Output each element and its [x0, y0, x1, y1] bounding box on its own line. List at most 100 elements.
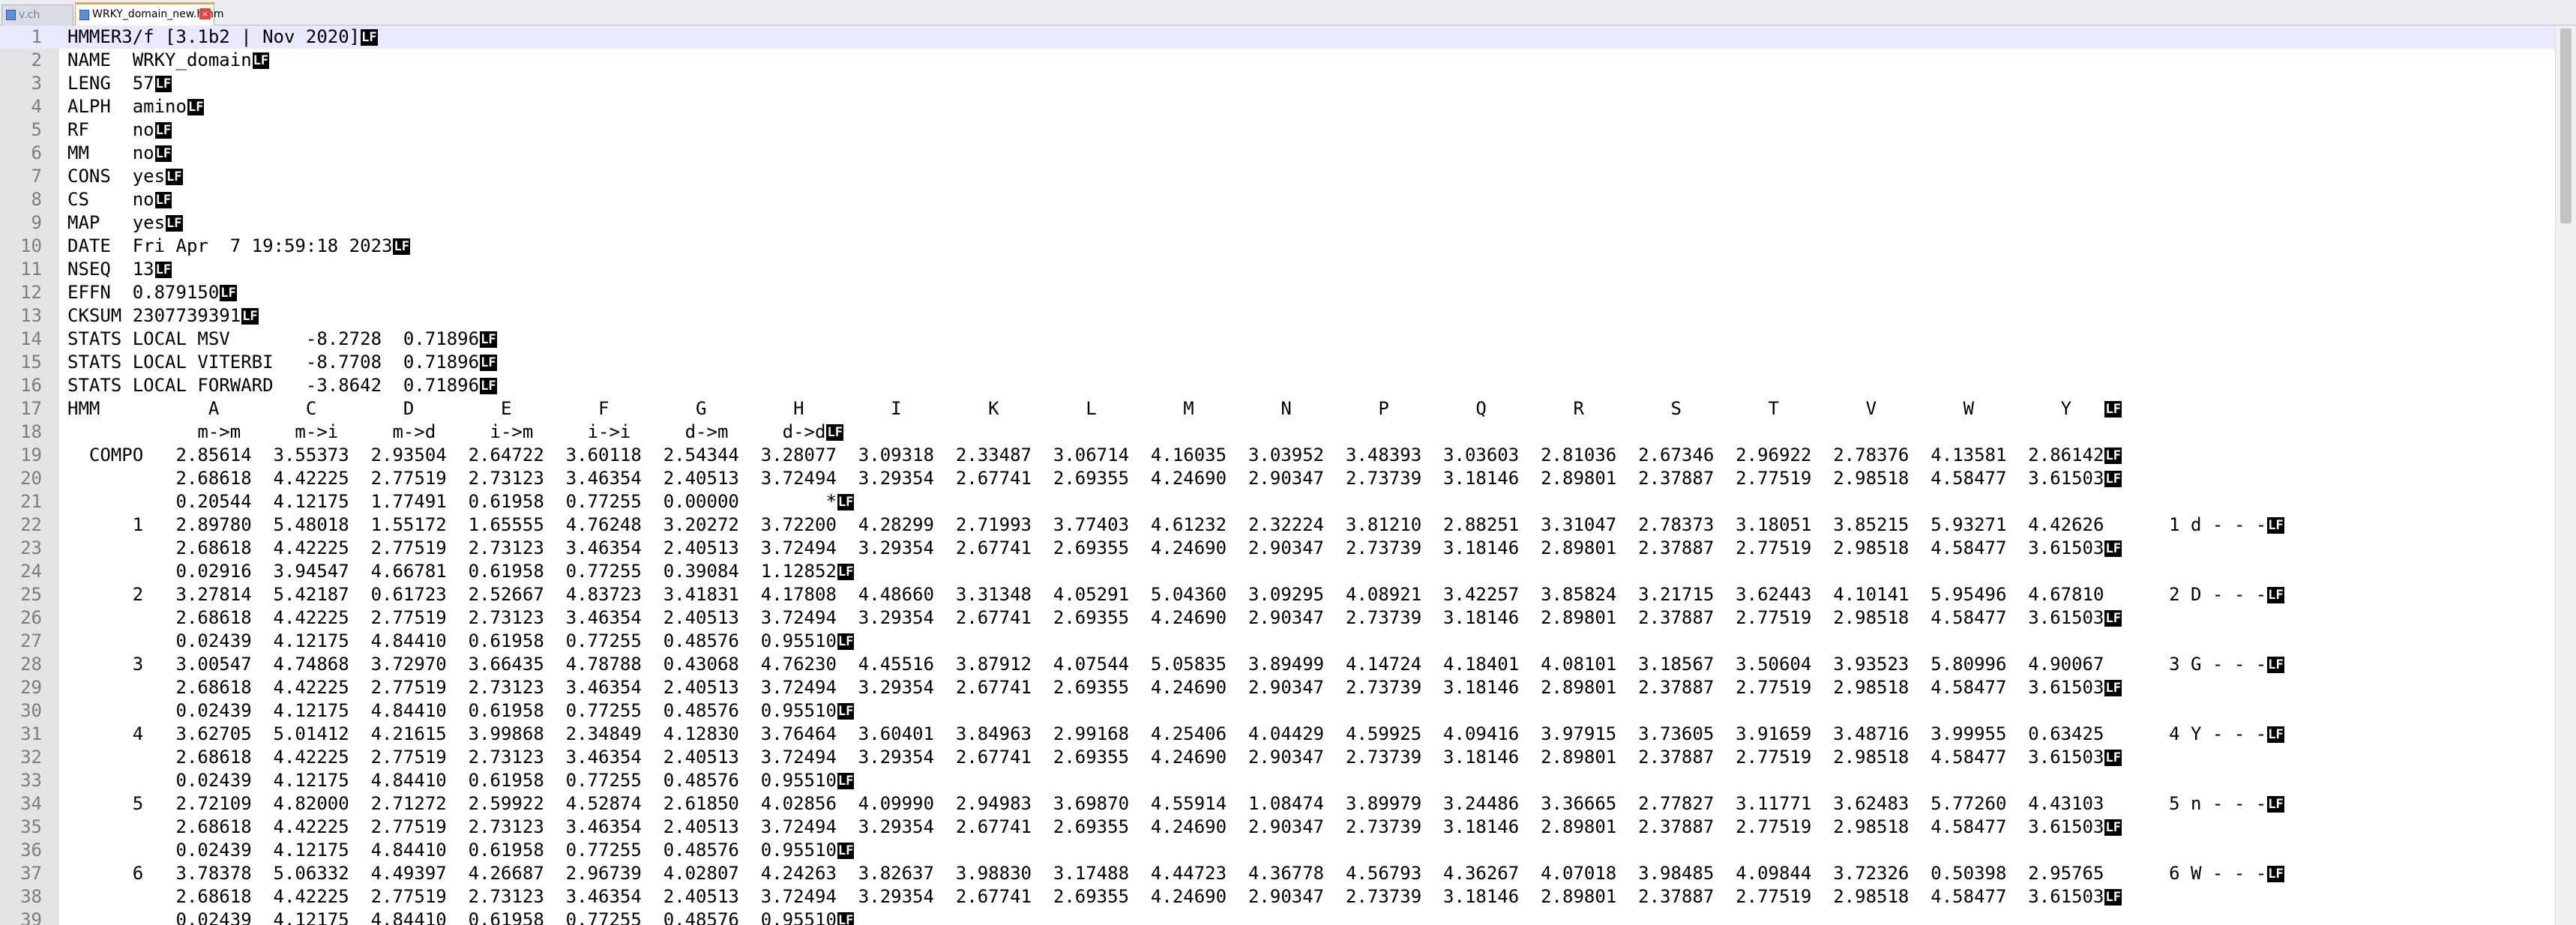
eol-marker: LF — [2104, 819, 2122, 836]
code-line[interactable]: 5 RF no LF — [0, 118, 2564, 142]
line-text: 0.02439 4.12175 4.84410 0.61958 0.77255 … — [67, 630, 855, 653]
code-line[interactable]: 22 1 2.89780 5.48018 1.55172 1.65555 4.7… — [0, 513, 2564, 537]
code-line[interactable]: 16 STATS LOCAL FORWARD -3.8642 0.71896 LF — [0, 374, 2564, 397]
code-line[interactable]: 10 DATE Fri Apr 7 19:59:18 2023 LF — [0, 235, 2564, 258]
line-content: NAME WRKY_domain — [67, 49, 252, 70]
line-content: 1 2.89780 5.48018 1.55172 1.65555 4.7624… — [67, 514, 2267, 535]
line-text: 2.68618 4.42225 2.77519 2.73123 3.46354 … — [67, 537, 2122, 560]
eol-marker: LF — [837, 703, 855, 720]
line-content: 2.68618 4.42225 2.77519 2.73123 3.46354 … — [67, 677, 2104, 698]
eol-marker: LF — [837, 773, 855, 789]
line-text: RF no LF — [67, 118, 172, 142]
code-line[interactable]: 31 4 3.62705 5.01412 4.21615 3.99868 2.3… — [0, 723, 2564, 746]
code-line[interactable]: 15 STATS LOCAL VITERBI -8.7708 0.71896 LF — [0, 351, 2564, 374]
code-line[interactable]: 35 2.68618 4.42225 2.77519 2.73123 3.463… — [0, 816, 2564, 839]
line-number: 24 — [20, 561, 42, 582]
code-line[interactable]: 3 LENG 57 LF — [0, 72, 2564, 95]
line-number: 1 — [31, 26, 42, 47]
line-text: 2.68618 4.42225 2.77519 2.73123 3.46354 … — [67, 606, 2122, 630]
code-line[interactable]: 6 MM no LF — [0, 142, 2564, 165]
file-icon — [79, 10, 89, 20]
code-line[interactable]: 19 COMPO 2.85614 3.55373 2.93504 2.64722… — [0, 444, 2564, 467]
eol-marker: LF — [2104, 540, 2122, 557]
code-line[interactable]: 12 EFFN 0.879150 LF — [0, 281, 2564, 304]
line-text: 2.68618 4.42225 2.77519 2.73123 3.46354 … — [67, 676, 2122, 699]
code-line[interactable]: 18 m->m m->i m->d i->m i->i d->m d->d LF — [0, 421, 2564, 444]
code-line[interactable]: 34 5 2.72109 4.82000 2.71272 2.59922 4.5… — [0, 792, 2564, 816]
code-line[interactable]: 9 MAP yes LF — [0, 211, 2564, 235]
line-text: 2.68618 4.42225 2.77519 2.73123 3.46354 … — [67, 816, 2122, 839]
code-line[interactable]: 26 2.68618 4.42225 2.77519 2.73123 3.463… — [0, 606, 2564, 630]
eol-marker: LF — [2267, 866, 2284, 882]
code-line[interactable]: 14 STATS LOCAL MSV -8.2728 0.71896 LF — [0, 328, 2564, 351]
code-line[interactable]: 7 CONS yes LF — [0, 165, 2564, 188]
line-content: CONS yes — [67, 166, 166, 187]
code-line[interactable]: 21 0.20544 4.12175 1.77491 0.61958 0.772… — [0, 490, 2564, 513]
line-content: 4 3.62705 5.01412 4.21615 3.99868 2.3484… — [67, 723, 2267, 744]
line-number: 29 — [20, 677, 42, 698]
editor[interactable]: 1 HMMER3/f [3.1b2 | Nov 2020] LF 2 NAME WRKY… — [0, 25, 2576, 925]
code-line[interactable]: 33 0.02439 4.12175 4.84410 0.61958 0.772… — [0, 769, 2564, 792]
line-number: 31 — [20, 723, 42, 744]
line-number: 11 — [20, 259, 42, 280]
line-text: 0.02916 3.94547 4.66781 0.61958 0.77255 … — [67, 560, 855, 583]
line-content: NSEQ 13 — [67, 259, 154, 280]
line-content: ALPH amino — [67, 96, 187, 117]
code-line[interactable]: 39 0.02439 4.12175 4.84410 0.61958 0.772… — [0, 909, 2564, 925]
line-content: MAP yes — [67, 212, 166, 233]
tab-wrky-domain-hmm[interactable]: WRKY_domain_new.hmm × — [75, 2, 224, 25]
tab-label: v.ch — [19, 9, 40, 21]
eol-marker: LF — [2104, 401, 2122, 418]
eol-marker: LF — [154, 122, 172, 139]
code-line[interactable]: 32 2.68618 4.42225 2.77519 2.73123 3.463… — [0, 746, 2564, 769]
line-number: 23 — [20, 537, 42, 558]
line-content: HMMER3/f [3.1b2 | Nov 2020] — [67, 26, 361, 47]
line-text: 0.02439 4.12175 4.84410 0.61958 0.77255 … — [67, 769, 855, 792]
code-line[interactable]: 37 6 3.78378 5.06332 4.49397 4.26687 2.9… — [0, 862, 2564, 885]
eol-marker: LF — [480, 331, 497, 348]
line-text: 3 3.00547 4.74868 3.72970 3.66435 4.7878… — [67, 653, 2284, 676]
line-number: 7 — [31, 166, 42, 187]
eol-marker: LF — [166, 215, 183, 232]
code-line[interactable]: 29 2.68618 4.42225 2.77519 2.73123 3.463… — [0, 676, 2564, 699]
line-text: 2.68618 4.42225 2.77519 2.73123 3.46354 … — [67, 467, 2122, 490]
line-number: 22 — [20, 514, 42, 535]
line-text: DATE Fri Apr 7 19:59:18 2023 LF — [67, 235, 410, 258]
code-line[interactable]: 25 2 3.27814 5.42187 0.61723 2.52667 4.8… — [0, 583, 2564, 606]
code-line[interactable]: 23 2.68618 4.42225 2.77519 2.73123 3.463… — [0, 537, 2564, 560]
code-line[interactable]: 28 3 3.00547 4.74868 3.72970 3.66435 4.7… — [0, 653, 2564, 676]
code-line[interactable]: 8 CS no LF — [0, 188, 2564, 211]
code-line[interactable]: 11 NSEQ 13 LF — [0, 258, 2564, 281]
eol-marker: LF — [220, 285, 237, 301]
line-text: STATS LOCAL MSV -8.2728 0.71896 LF — [67, 328, 497, 351]
code-line[interactable]: 1 HMMER3/f [3.1b2 | Nov 2020] LF — [0, 25, 2564, 49]
line-number: 17 — [20, 398, 42, 419]
line-content: COMPO 2.85614 3.55373 2.93504 2.64722 3.… — [67, 445, 2104, 465]
scrollbar-thumb[interactable] — [2560, 28, 2572, 223]
tab-other-file[interactable]: v.ch — [1, 4, 73, 25]
code-line[interactable]: 24 0.02916 3.94547 4.66781 0.61958 0.772… — [0, 560, 2564, 583]
line-content: CS no — [67, 189, 154, 210]
code-line[interactable]: 38 2.68618 4.42225 2.77519 2.73123 3.463… — [0, 885, 2564, 909]
eol-marker: LF — [2267, 726, 2284, 743]
code-line[interactable]: 2 NAME WRKY_domain LF — [0, 49, 2564, 72]
line-content: 2.68618 4.42225 2.77519 2.73123 3.46354 … — [67, 607, 2104, 628]
code-line[interactable]: 36 0.02439 4.12175 4.84410 0.61958 0.772… — [0, 839, 2564, 862]
eol-marker: LF — [2104, 750, 2122, 766]
line-number: 36 — [20, 840, 42, 861]
eol-marker: LF — [2104, 680, 2122, 696]
line-number: 5 — [31, 119, 42, 140]
close-icon[interactable]: × — [199, 8, 211, 19]
code-line[interactable]: 4 ALPH amino LF — [0, 95, 2564, 118]
code-line[interactable]: 27 0.02439 4.12175 4.84410 0.61958 0.772… — [0, 630, 2564, 653]
code-line[interactable]: 17 HMM A C D E F G H I K L M N P Q R S T … — [0, 397, 2564, 421]
code-line[interactable]: 30 0.02439 4.12175 4.84410 0.61958 0.772… — [0, 699, 2564, 723]
code-line[interactable]: 13 CKSUM 2307739391 LF — [0, 304, 2564, 328]
eol-marker: LF — [837, 633, 855, 650]
line-text: 6 3.78378 5.06332 4.49397 4.26687 2.9673… — [67, 862, 2284, 885]
line-text: NAME WRKY_domain LF — [67, 49, 270, 72]
vertical-scrollbar[interactable] — [2555, 25, 2576, 925]
code-line[interactable]: 20 2.68618 4.42225 2.77519 2.73123 3.463… — [0, 467, 2564, 490]
line-content: EFFN 0.879150 — [67, 282, 220, 303]
line-content: m->m m->i m->d i->m i->i d->m d->d — [67, 421, 826, 442]
